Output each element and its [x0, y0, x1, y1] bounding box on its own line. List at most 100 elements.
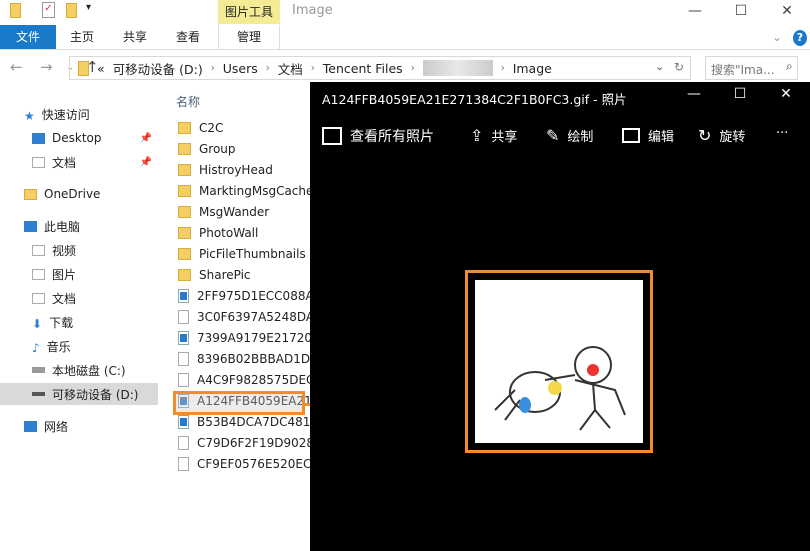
folder-icon: [178, 143, 191, 155]
tab-view[interactable]: 查看: [168, 25, 208, 49]
file-list-item[interactable]: MarktingMsgCache: [178, 181, 310, 201]
file-list-item[interactable]: A4C9F9828575DECI: [178, 370, 310, 390]
window-title: Image: [292, 3, 333, 18]
file-list-item[interactable]: 3C0F6397A5248DA0: [178, 307, 310, 327]
sidebar-item-quick-access[interactable]: ★ 快速访问: [0, 103, 158, 125]
folder-icon: [178, 185, 191, 197]
breadcrumb-image[interactable]: Image: [513, 61, 552, 76]
pin-icon[interactable]: 📌: [140, 133, 152, 144]
photos-minimize-button[interactable]: —: [674, 86, 714, 102]
breadcrumb-drive[interactable]: 可移动设备 (D:): [113, 59, 203, 78]
chevron-right-icon[interactable]: ›: [411, 63, 415, 74]
file-list-item[interactable]: PicFileThumbnails: [178, 244, 306, 264]
network-icon: [24, 420, 37, 432]
sidebar-item-label: 快速访问: [41, 107, 90, 122]
close-button[interactable]: ✕: [764, 0, 810, 24]
sidebar-item-documents[interactable]: 文档 📌: [0, 151, 158, 173]
photos-close-button[interactable]: ✕: [766, 86, 806, 102]
sidebar-item-videos[interactable]: 视频: [0, 239, 158, 261]
breadcrumb-overflow[interactable]: «: [97, 61, 105, 76]
desktop-icon: [32, 132, 45, 144]
sidebar-item-removable-d[interactable]: 可移动设备 (D:): [0, 383, 158, 405]
search-icon[interactable]: ⌕: [786, 59, 793, 74]
file-list-item[interactable]: Group: [178, 139, 236, 159]
file-list-item[interactable]: PhotoWall: [178, 223, 258, 243]
file-list-item[interactable]: C79D6F2F19D9028A: [178, 433, 310, 453]
file-icon: [178, 352, 189, 366]
refresh-icon[interactable]: ↻: [674, 60, 684, 74]
sidebar-item-documents-pc[interactable]: 文档: [0, 287, 158, 309]
sidebar-item-desktop[interactable]: Desktop 📌: [0, 127, 158, 149]
sidebar-item-local-disk-c[interactable]: 本地磁盘 (C:): [0, 359, 158, 381]
chevron-right-icon[interactable]: ›: [501, 63, 505, 74]
more-button[interactable]: ···: [776, 126, 788, 141]
folder-icon: [24, 188, 37, 200]
address-bar[interactable]: « 可移动设备 (D:) › Users › 文档 › Tencent Files › …: [69, 56, 691, 80]
tab-manage[interactable]: 管理: [218, 25, 280, 50]
new-folder-icon[interactable]: [66, 3, 77, 18]
file-icon: [178, 310, 189, 324]
chevron-right-icon[interactable]: ›: [311, 63, 315, 74]
help-icon[interactable]: ?: [793, 30, 807, 46]
folder-icon: [178, 206, 191, 218]
sidebar-item-label: 本地磁盘 (C:): [52, 363, 126, 378]
sidebar-item-pictures[interactable]: 图片: [0, 263, 158, 285]
sidebar-item-this-pc[interactable]: 此电脑: [0, 215, 158, 237]
file-name: 7399A9179E217203: [197, 331, 310, 345]
chevron-right-icon[interactable]: ›: [266, 63, 270, 74]
breadcrumb-tencent-files[interactable]: Tencent Files: [323, 61, 403, 76]
view-all-photos-button[interactable]: 查看所有照片: [322, 126, 434, 146]
file-name: MsgWander: [199, 205, 270, 219]
sidebar-item-downloads[interactable]: ⬇ 下载: [0, 311, 158, 333]
blurred-breadcrumb[interactable]: [422, 60, 493, 76]
sidebar-item-network[interactable]: 网络: [0, 415, 158, 437]
file-name: HistroyHead: [199, 163, 273, 177]
back-button[interactable]: ←: [10, 58, 23, 76]
address-dropdown-icon[interactable]: ⌄: [655, 60, 664, 73]
rotate-button[interactable]: ↻ 旋转: [698, 126, 745, 145]
folder-icon: [178, 227, 191, 239]
file-name: C2C: [199, 121, 224, 135]
file-list-item[interactable]: 7399A9179E217203: [178, 328, 310, 348]
file-icon: [178, 373, 189, 387]
column-header-name[interactable]: 名称: [176, 93, 200, 110]
breadcrumb-documents[interactable]: 文档: [278, 59, 303, 78]
sidebar-item-onedrive[interactable]: OneDrive: [0, 183, 158, 205]
edit-button[interactable]: 编辑: [622, 126, 674, 145]
file-list-item[interactable]: 2FF975D1ECC088A3: [178, 286, 310, 306]
sidebar-item-label: 文档: [52, 291, 77, 306]
picture-tools-tab[interactable]: 图片工具: [218, 0, 280, 24]
pin-icon[interactable]: 📌: [140, 157, 152, 168]
file-list-item[interactable]: CF9EF0576E520EC4: [178, 454, 310, 474]
breadcrumb-users[interactable]: Users: [223, 61, 258, 76]
properties-icon[interactable]: ✓: [42, 2, 55, 18]
tab-file[interactable]: 文件: [0, 25, 56, 49]
minimize-button[interactable]: —: [672, 0, 718, 24]
sidebar-item-label: Desktop: [52, 131, 102, 145]
image-highlight-frame: [465, 270, 653, 453]
share-button[interactable]: ⇪ 共享: [470, 126, 517, 145]
maximize-button[interactable]: ☐: [718, 0, 764, 24]
photos-maximize-button[interactable]: ☐: [720, 86, 760, 102]
ribbon-collapse-icon[interactable]: ⌄: [772, 30, 782, 44]
sidebar-item-music[interactable]: ♪ 音乐: [0, 335, 158, 357]
file-list-item[interactable]: HistroyHead: [178, 160, 273, 180]
forward-button[interactable]: →: [40, 58, 53, 76]
draw-button[interactable]: ✎ 绘制: [546, 126, 593, 145]
chevron-right-icon[interactable]: ›: [211, 63, 215, 74]
file-list-item[interactable]: MsgWander: [178, 202, 269, 222]
view-all-label: 查看所有照片: [350, 129, 434, 145]
pen-icon: ✎: [546, 126, 560, 145]
file-list-item[interactable]: C2C: [178, 118, 223, 138]
customize-quick-access-icon[interactable]: ▾: [86, 2, 91, 13]
file-list-item[interactable]: B53B4DCA7DC4812: [178, 412, 310, 432]
tab-share[interactable]: 共享: [115, 25, 155, 49]
file-list-item[interactable]: SharePic: [178, 265, 251, 285]
tab-home[interactable]: 主页: [62, 25, 102, 49]
edit-label: 编辑: [648, 130, 675, 145]
search-input[interactable]: 搜索"Ima...: [705, 56, 798, 80]
image-file-icon: [178, 331, 189, 345]
file-name: 8396B02BBBAD1D4: [197, 352, 310, 366]
sidebar-item-label: 音乐: [46, 339, 71, 354]
file-list-item[interactable]: 8396B02BBBAD1D4: [178, 349, 310, 369]
